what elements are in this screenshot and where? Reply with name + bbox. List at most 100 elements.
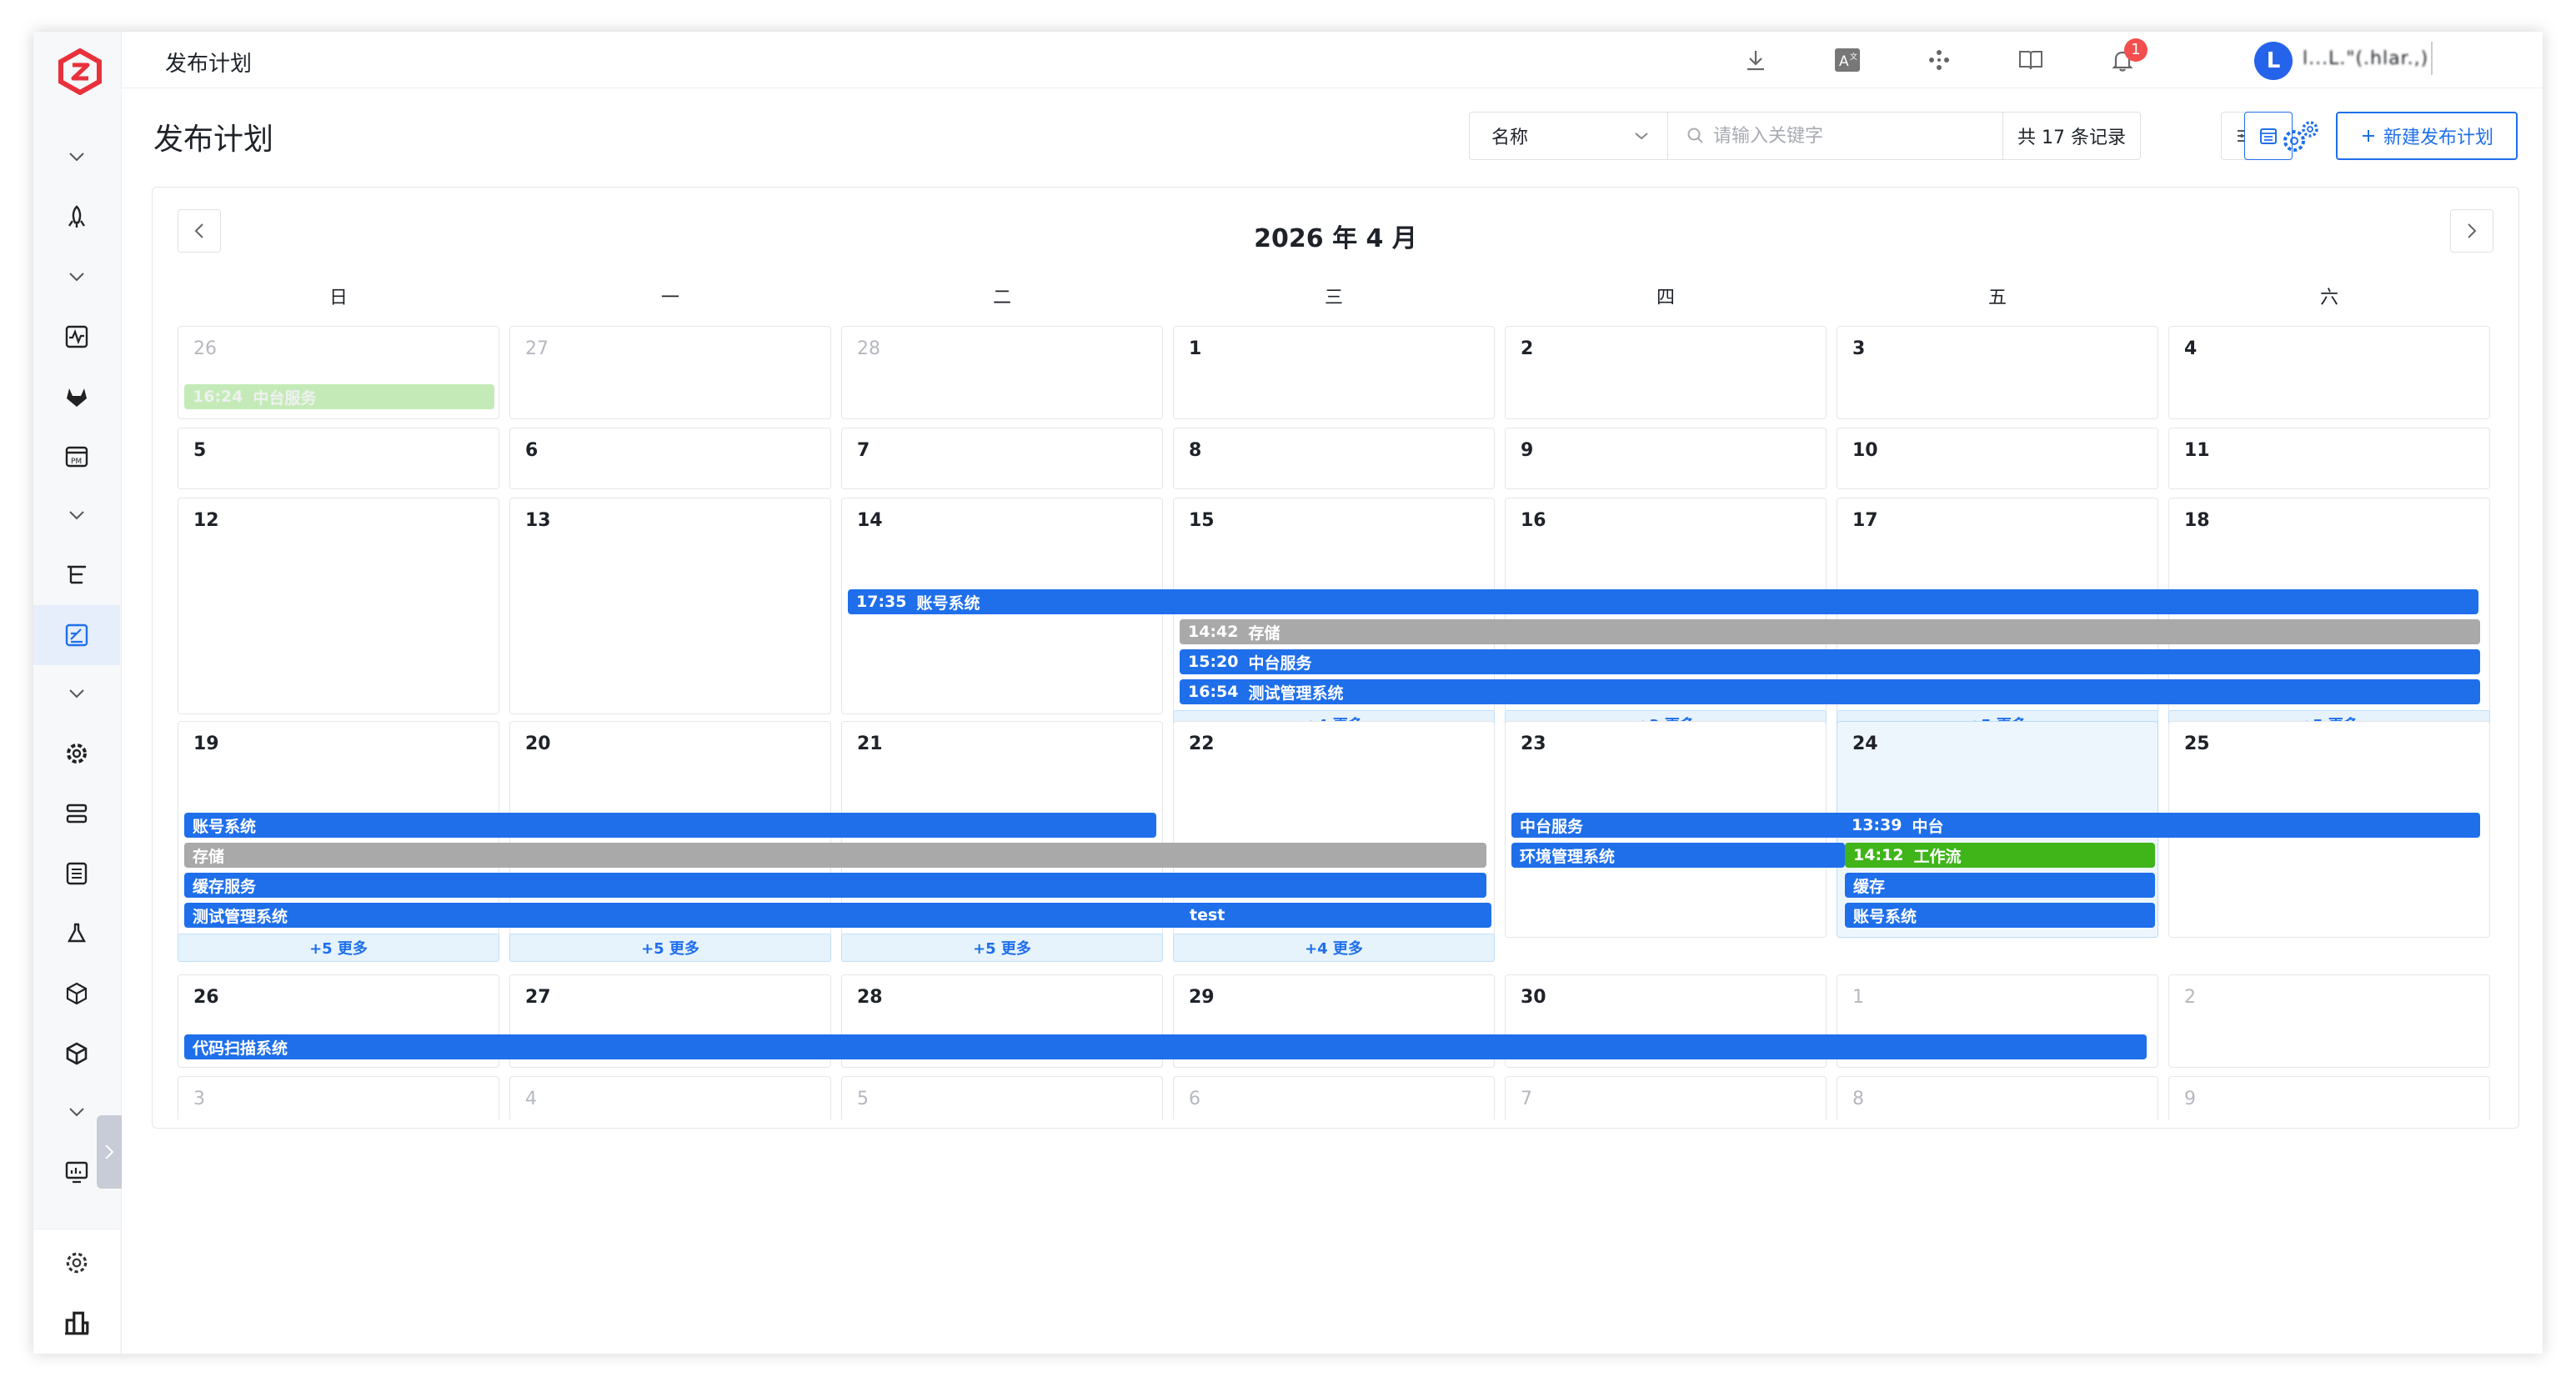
day-cell[interactable]: 5: [841, 1076, 1163, 1121]
more-events-link[interactable]: +5 更多: [178, 934, 499, 962]
day-number: 8: [1852, 1089, 1864, 1109]
day-cell[interactable]: 8: [1837, 1076, 2158, 1121]
bell-icon[interactable]: 1: [2106, 38, 2148, 77]
day-number: 28: [857, 338, 880, 359]
more-events-link[interactable]: +5 更多: [509, 934, 831, 962]
day-cell[interactable]: 5: [178, 428, 499, 489]
event-bar[interactable]: 账号系统: [1845, 903, 2155, 928]
event-name: 代码扫描系统: [193, 1039, 288, 1058]
event-bar[interactable]: 14:12 工作流: [1845, 843, 2155, 868]
more-events-link[interactable]: +5 更多: [841, 934, 1163, 962]
event-bar[interactable]: 17:35 账号系统: [848, 589, 2478, 614]
day-number: 27: [525, 987, 551, 1008]
chevron-down-icon[interactable]: [33, 258, 120, 295]
create-release-plan-button[interactable]: 新建发布计划: [2336, 112, 2518, 160]
chevron-down-icon[interactable]: [33, 675, 120, 712]
gitlab-icon[interactable]: [33, 367, 120, 427]
plan-icon[interactable]: [33, 605, 120, 665]
event-name: 存储: [1248, 623, 1280, 643]
day-number: 23: [1521, 734, 1546, 754]
weekday-label: 一: [660, 288, 679, 308]
app-window: PM 发布计划 A文 1 L l...L."(.hlar.,) 发布计划 名称 …: [33, 32, 2543, 1354]
book-icon[interactable]: [2014, 43, 2047, 77]
more-events-link[interactable]: +4 更多: [1173, 934, 1495, 962]
day-number: 6: [1189, 1089, 1200, 1109]
day-number: 14: [857, 510, 883, 531]
day-cell[interactable]: 3: [1837, 326, 2158, 419]
event-bar[interactable]: 15:20 中台服务: [1180, 649, 2480, 674]
day-cell[interactable]: 11: [2168, 428, 2490, 489]
sidebar-collapse-handle[interactable]: [97, 1115, 122, 1189]
activity-icon[interactable]: [33, 307, 120, 367]
rocket-icon[interactable]: [33, 187, 120, 247]
next-month-button[interactable]: [2450, 209, 2493, 253]
day-number: 10: [1852, 440, 1878, 461]
event-time: 14:12: [1853, 846, 1904, 864]
day-cell[interactable]: 8: [1173, 428, 1495, 489]
search-input[interactable]: [1713, 125, 1988, 147]
weekday-label: 三: [1324, 288, 1343, 308]
chevron-down-icon[interactable]: [33, 138, 120, 175]
box-icon[interactable]: [33, 1024, 120, 1084]
settings-cog-icon[interactable]: [33, 724, 120, 784]
day-cell[interactable]: 4: [509, 1076, 831, 1121]
day-cell[interactable]: 6: [1173, 1076, 1495, 1121]
event-bar[interactable]: 测试管理系统 test: [184, 903, 1491, 928]
day-cell[interactable]: 28: [841, 326, 1163, 419]
event-bar[interactable]: 14:42 存储: [1180, 619, 2480, 644]
day-cell[interactable]: 3: [178, 1076, 499, 1121]
day-number: 16: [1521, 510, 1546, 531]
event-bar[interactable]: 16:54 测试管理系统: [1180, 679, 2480, 704]
day-cell[interactable]: 6: [509, 428, 831, 489]
event-bar[interactable]: 账号系统: [184, 813, 1156, 838]
pipeline-icon[interactable]: [33, 784, 120, 844]
day-cell[interactable]: 7: [1505, 1076, 1827, 1121]
day-number: 13: [525, 510, 551, 531]
day-number: 2: [2184, 987, 2196, 1008]
weekday-label: 六: [2319, 288, 2338, 308]
day-cell[interactable]: 2: [2168, 974, 2490, 1068]
building-icon[interactable]: [33, 1293, 120, 1353]
day-cell[interactable]: 7: [841, 428, 1163, 489]
day-cell[interactable]: 9: [1505, 428, 1827, 489]
event-bar[interactable]: 缓存: [1845, 873, 2155, 898]
list-box-icon[interactable]: [33, 844, 120, 904]
cube-stack-icon[interactable]: [33, 964, 120, 1024]
day-number: 28: [857, 987, 883, 1008]
search-icon: [1687, 128, 1703, 143]
username[interactable]: l...L."(.hlar.,): [2303, 48, 2428, 69]
event-bar[interactable]: 16:24 中台服务: [184, 384, 494, 409]
day-number: 21: [857, 734, 883, 754]
day-cell[interactable]: 27: [509, 326, 831, 419]
event-bar[interactable]: 存储: [184, 843, 1486, 868]
settings-gears-icon[interactable]: [2278, 115, 2323, 160]
tree-icon[interactable]: [33, 545, 120, 605]
filter-field-select[interactable]: 名称: [1470, 113, 1668, 159]
event-bar[interactable]: 13:39 中台: [1843, 813, 2485, 838]
day-cell[interactable]: 1: [1173, 326, 1495, 419]
event-bar[interactable]: 环境管理系统: [1511, 843, 1845, 868]
logo-icon[interactable]: [57, 48, 103, 95]
event-bar[interactable]: 缓存服务: [184, 873, 1486, 898]
day-number: 8: [1189, 440, 1202, 461]
day-cell[interactable]: 4: [2168, 326, 2490, 419]
day-cell[interactable]: 10: [1837, 428, 2158, 489]
day-cell[interactable]: 9: [2168, 1076, 2490, 1121]
avatar[interactable]: L: [2254, 42, 2293, 80]
day-cell[interactable]: 12: [178, 498, 499, 714]
apps-icon[interactable]: [1922, 43, 1956, 77]
pm-icon[interactable]: PM: [33, 427, 120, 487]
day-number: 26: [193, 338, 217, 359]
flask-icon[interactable]: [33, 904, 120, 964]
day-cell[interactable]: 13: [509, 498, 831, 714]
day-cell[interactable]: 2: [1505, 326, 1827, 419]
day-number: 7: [1521, 1089, 1532, 1109]
gear-icon[interactable]: [33, 1233, 120, 1293]
day-number: 3: [193, 1089, 205, 1109]
download-icon[interactable]: [1739, 43, 1772, 77]
month-title: 2026 年 4 月: [1254, 224, 1417, 253]
day-number: 17: [1852, 510, 1878, 531]
translate-icon[interactable]: A文: [1831, 43, 1864, 77]
event-bar[interactable]: 代码扫描系统: [184, 1034, 2147, 1059]
chevron-down-icon[interactable]: [33, 497, 120, 533]
